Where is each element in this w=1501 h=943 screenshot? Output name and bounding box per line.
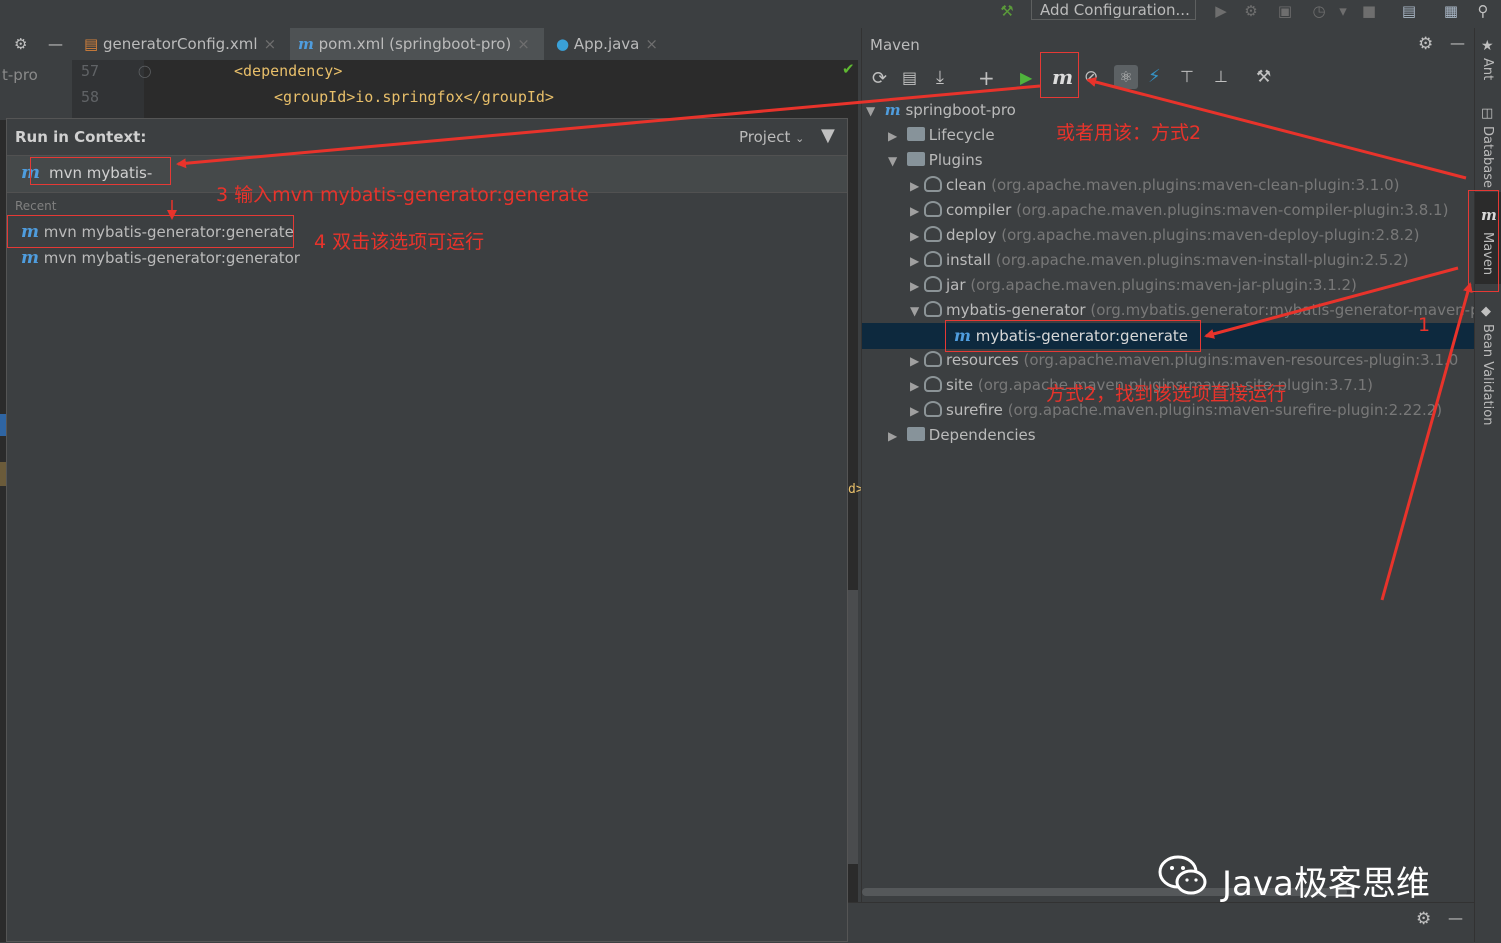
annotation-arrows — [167, 77, 1473, 601]
annotation-step1: 1 — [1418, 314, 1431, 336]
arrow-to-input — [176, 84, 1041, 169]
annotation-alt-use: 或者用该：方式2 — [1056, 122, 1202, 144]
watermark-text: Java极客思维 — [1222, 864, 1430, 904]
watermark: Java极客思维 — [1158, 850, 1458, 904]
annotation-step3: 3 输入mvn mybatis-generator:generate — [216, 184, 589, 206]
annotation-alt-find: 方式2，找到该选项直接运行 — [1046, 383, 1287, 405]
annotation-step4: 4 双击该选项可运行 — [314, 231, 485, 253]
wechat-icon — [1158, 854, 1208, 895]
